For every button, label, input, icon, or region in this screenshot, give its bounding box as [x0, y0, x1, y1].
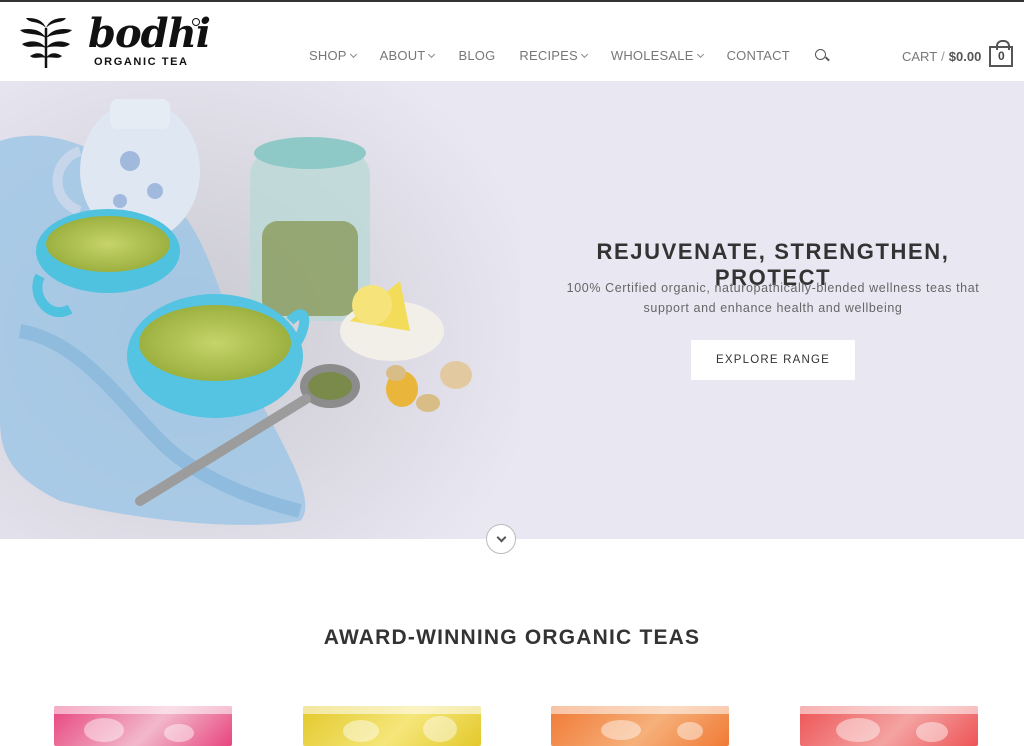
product-box-top	[551, 706, 729, 714]
product-card[interactable]	[54, 706, 232, 746]
hero-tea-image	[0, 81, 520, 539]
product-pattern	[916, 722, 948, 742]
chevron-down-icon	[580, 50, 588, 58]
product-pattern	[836, 718, 880, 742]
product-box-top	[800, 706, 978, 714]
nav-item-label: WHOLESALE	[610, 48, 694, 63]
cart-separator: /	[941, 49, 945, 64]
product-card[interactable]	[800, 706, 978, 746]
nav-item-wholesale[interactable]: WHOLESALE	[610, 48, 704, 63]
chevron-down-icon	[496, 532, 507, 543]
brand-name: bodhi	[88, 10, 211, 57]
chevron-down-icon	[696, 50, 704, 58]
brand-tagline: ORGANIC TEA	[94, 56, 189, 68]
product-pattern	[84, 718, 124, 742]
product-box-top	[303, 706, 481, 714]
product-card[interactable]	[551, 706, 729, 746]
product-card[interactable]	[303, 706, 481, 746]
nav-item-label: ABOUT	[379, 48, 426, 63]
main-nav: SHOP ABOUT BLOG RECIPES WHOLESALE CONTAC…	[309, 48, 829, 63]
cart-label: CART	[902, 49, 938, 64]
cart-total: $0.00	[948, 49, 982, 64]
product-pattern	[343, 720, 379, 742]
cart-count-badge: 0	[989, 40, 1014, 67]
chevron-down-icon	[428, 50, 436, 58]
leaf-logo-icon	[20, 18, 72, 68]
product-pattern	[677, 722, 703, 740]
nav-item-label: CONTACT	[726, 48, 790, 63]
product-pattern	[164, 724, 194, 742]
nav-item-recipes[interactable]: RECIPES	[519, 48, 588, 63]
brand-logo[interactable]: bodhi ORGANIC TEA	[16, 10, 211, 72]
nav-item-blog[interactable]: BLOG	[458, 48, 495, 63]
registered-mark-icon	[192, 18, 200, 26]
nav-item-label: RECIPES	[519, 48, 578, 63]
product-row	[0, 706, 1024, 746]
nav-item-label: SHOP	[309, 48, 347, 63]
nav-item-about[interactable]: ABOUT	[379, 48, 436, 63]
nav-item-shop[interactable]: SHOP	[309, 48, 357, 63]
section-title: AWARD-WINNING ORGANIC TEAS	[323, 626, 701, 649]
explore-range-button[interactable]: EXPLORE RANGE	[691, 340, 855, 380]
product-pattern	[601, 720, 641, 740]
nav-item-contact[interactable]: CONTACT	[727, 48, 790, 63]
search-icon[interactable]	[814, 48, 829, 63]
site-header: bodhi ORGANIC TEA SHOP ABOUT BLOG RECIPE…	[0, 2, 1024, 81]
chevron-down-icon	[349, 50, 357, 58]
scroll-down-button[interactable]	[486, 524, 516, 554]
product-pattern	[423, 716, 457, 742]
hero-subtitle: 100% Certified organic, naturopathically…	[566, 281, 980, 315]
nav-item-label: BLOG	[458, 48, 496, 63]
hero-banner: REJUVENATE, STRENGTHEN, PROTECT 100% Cer…	[0, 81, 1024, 539]
product-box-top	[54, 706, 232, 714]
cart-link[interactable]: CART / $0.00 0	[902, 40, 1014, 67]
